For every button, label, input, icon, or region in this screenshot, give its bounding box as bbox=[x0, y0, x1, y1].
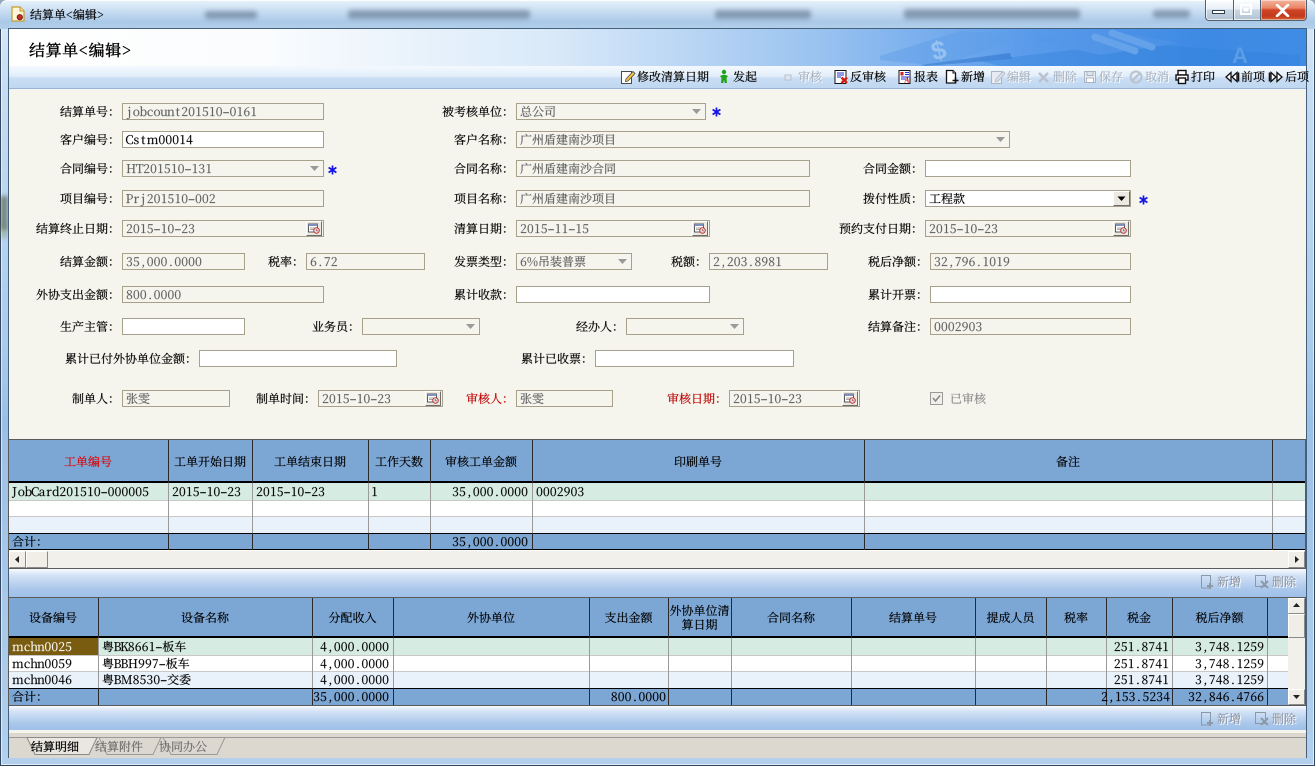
svg-text:A: A bbox=[904, 76, 910, 85]
svg-text:A: A bbox=[1232, 43, 1248, 66]
